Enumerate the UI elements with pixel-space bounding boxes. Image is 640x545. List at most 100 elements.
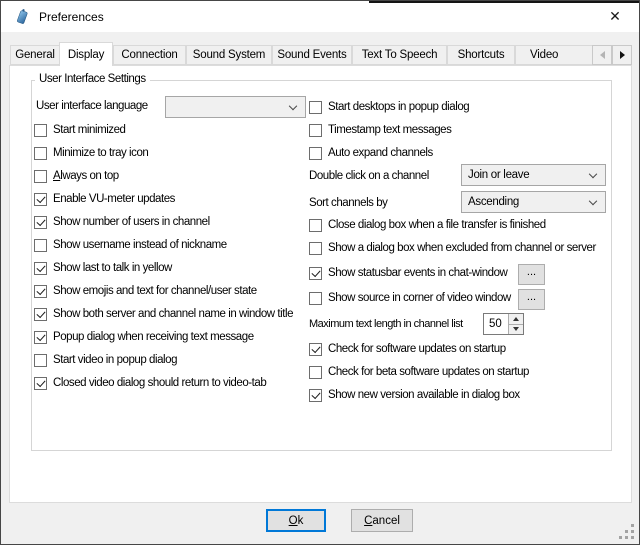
- window-title: Preferences: [39, 10, 104, 24]
- language-combobox[interactable]: [165, 96, 306, 118]
- checkbox-label[interactable]: Start video in popup dialog: [53, 354, 177, 366]
- double-click-value: Join or leave: [468, 169, 529, 181]
- checkbox[interactable]: [309, 389, 322, 402]
- checkbox-row-statusbar-events[interactable]: Show statusbar events in chat-window: [309, 265, 507, 281]
- tab-video[interactable]: Video: [515, 45, 593, 65]
- preferences-dialog: Preferences ✕ General Display Connection…: [0, 0, 640, 545]
- checkbox[interactable]: [309, 242, 322, 255]
- checkbox[interactable]: [309, 147, 322, 160]
- checkbox-label[interactable]: Show number of users in channel: [53, 216, 210, 228]
- chevron-down-icon: [289, 102, 297, 110]
- checkbox-row-timestamp[interactable]: Timestamp text messages: [309, 122, 451, 138]
- checkbox-row-popup-text-message[interactable]: Popup dialog when receiving text message: [34, 329, 254, 345]
- title-bar[interactable]: Preferences ✕: [1, 1, 639, 32]
- checkbox[interactable]: [34, 147, 47, 160]
- tab-text-to-speech[interactable]: Text To Speech: [352, 45, 447, 65]
- checkbox-row-minimize-to-tray[interactable]: Minimize to tray icon: [34, 145, 148, 161]
- spinner-value[interactable]: 50: [484, 314, 508, 334]
- checkbox-label[interactable]: Show a dialog box when excluded from cha…: [328, 242, 596, 254]
- checkbox-label[interactable]: Start minimized: [53, 124, 126, 136]
- checkbox[interactable]: [309, 124, 322, 137]
- checkbox-label[interactable]: Show new version available in dialog box: [328, 389, 520, 401]
- checkbox[interactable]: [309, 366, 322, 379]
- checkbox[interactable]: [34, 193, 47, 206]
- checkbox-label[interactable]: Check for beta software updates on start…: [328, 366, 529, 378]
- checkbox-row-auto-expand[interactable]: Auto expand channels: [309, 145, 433, 161]
- checkbox[interactable]: [34, 262, 47, 275]
- checkbox-row-vu-meter[interactable]: Enable VU-meter updates: [34, 191, 175, 207]
- checkbox-row-check-updates[interactable]: Check for software updates on startup: [309, 341, 506, 357]
- tab-scroll-left-button[interactable]: [592, 45, 612, 65]
- checkbox-label[interactable]: Minimize to tray icon: [53, 147, 148, 159]
- checkbox-row-always-on-top[interactable]: Always on top: [34, 168, 119, 184]
- checkbox-label[interactable]: Show source in corner of video window: [328, 292, 511, 304]
- checkbox-row-video-source-corner[interactable]: Show source in corner of video window: [309, 290, 511, 306]
- tab-sound-events[interactable]: Sound Events: [272, 45, 352, 65]
- double-click-combobox[interactable]: Join or leave: [461, 164, 606, 186]
- checkbox-label[interactable]: Always on top: [53, 170, 119, 182]
- tab-general[interactable]: General: [10, 45, 60, 65]
- language-label: User interface language: [36, 100, 148, 112]
- checkbox-row-excluded-dialog[interactable]: Show a dialog box when excluded from cha…: [309, 240, 596, 256]
- resize-grip[interactable]: [619, 524, 636, 541]
- close-icon: ✕: [609, 8, 621, 25]
- tab-connection[interactable]: Connection: [113, 45, 186, 65]
- checkbox-row-closed-video-return[interactable]: Closed video dialog should return to vid…: [34, 375, 266, 391]
- checkbox-label[interactable]: Auto expand channels: [328, 147, 433, 159]
- checkbox[interactable]: [309, 219, 322, 232]
- checkbox[interactable]: [34, 170, 47, 183]
- checkbox-label[interactable]: Show last to talk in yellow: [53, 262, 172, 274]
- checkbox-label[interactable]: Close dialog box when a file transfer is…: [328, 219, 546, 231]
- checkbox-row-show-user-count[interactable]: Show number of users in channel: [34, 214, 210, 230]
- tab-shortcuts[interactable]: Shortcuts: [447, 45, 515, 65]
- checkbox-label[interactable]: Show username instead of nickname: [53, 239, 227, 251]
- checkbox[interactable]: [34, 308, 47, 321]
- checkbox-row-video-popup[interactable]: Start video in popup dialog: [34, 352, 177, 368]
- checkbox-label[interactable]: Timestamp text messages: [328, 124, 451, 136]
- checkbox[interactable]: [34, 354, 47, 367]
- checkbox-row-desktops-popup[interactable]: Start desktops in popup dialog: [309, 99, 469, 115]
- checkbox[interactable]: [34, 216, 47, 229]
- arrow-down-icon: [513, 327, 519, 331]
- spinner-buttons: [508, 314, 523, 334]
- checkbox-row-emojis[interactable]: Show emojis and text for channel/user st…: [34, 283, 257, 299]
- checkbox-label[interactable]: Check for software updates on startup: [328, 343, 506, 355]
- checkbox-label[interactable]: Start desktops in popup dialog: [328, 101, 469, 113]
- arrow-right-icon: [620, 51, 625, 59]
- checkbox-label[interactable]: Enable VU-meter updates: [53, 193, 175, 205]
- video-source-more-button[interactable]: ...: [518, 289, 545, 310]
- checkbox-row-last-to-talk[interactable]: Show last to talk in yellow: [34, 260, 172, 276]
- checkbox-row-new-version-dialog[interactable]: Show new version available in dialog box: [309, 387, 520, 403]
- checkbox-label[interactable]: Show both server and channel name in win…: [53, 308, 293, 320]
- checkbox[interactable]: [309, 101, 322, 114]
- checkbox[interactable]: [34, 239, 47, 252]
- checkbox[interactable]: [309, 267, 322, 280]
- close-button[interactable]: ✕: [599, 5, 631, 28]
- checkbox-label[interactable]: Show emojis and text for channel/user st…: [53, 285, 257, 297]
- checkbox[interactable]: [34, 285, 47, 298]
- checkbox[interactable]: [34, 124, 47, 137]
- checkbox-row-start-minimized[interactable]: Start minimized: [34, 122, 126, 138]
- max-text-length-spinner[interactable]: 50: [483, 313, 524, 335]
- cancel-button[interactable]: Cancel: [351, 509, 413, 532]
- tab-scroll-right-button[interactable]: [612, 45, 632, 65]
- statusbar-events-more-button[interactable]: ...: [518, 264, 545, 285]
- sort-channels-combobox[interactable]: Ascending: [461, 191, 606, 213]
- checkbox[interactable]: [309, 343, 322, 356]
- checkbox-label[interactable]: Popup dialog when receiving text message: [53, 331, 254, 343]
- checkbox-row-server-channel-title[interactable]: Show both server and channel name in win…: [34, 306, 293, 322]
- checkbox[interactable]: [34, 377, 47, 390]
- checkbox-label[interactable]: Show statusbar events in chat-window: [328, 267, 507, 279]
- spinner-down-button[interactable]: [509, 325, 523, 335]
- spinner-up-button[interactable]: [509, 314, 523, 325]
- ok-button[interactable]: Ok: [266, 509, 326, 532]
- tab-display[interactable]: Display: [59, 42, 113, 66]
- checkbox-label[interactable]: Closed video dialog should return to vid…: [53, 377, 266, 389]
- tab-sound-system[interactable]: Sound System: [186, 45, 272, 65]
- checkbox[interactable]: [309, 292, 322, 305]
- checkbox-row-check-beta-updates[interactable]: Check for beta software updates on start…: [309, 364, 529, 380]
- checkbox[interactable]: [34, 331, 47, 344]
- checkbox-row-close-on-transfer[interactable]: Close dialog box when a file transfer is…: [309, 217, 546, 233]
- checkbox-row-username-instead-nickname[interactable]: Show username instead of nickname: [34, 237, 227, 253]
- app-icon: [14, 8, 31, 25]
